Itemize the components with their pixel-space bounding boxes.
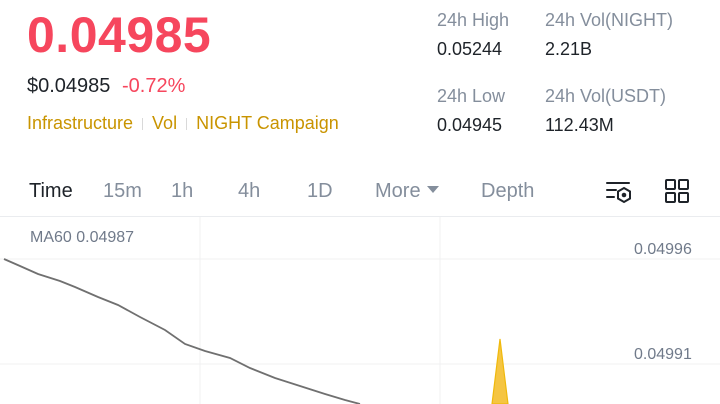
stat-value: 0.04945 — [437, 115, 503, 135]
y-axis-label: 0.04996 — [634, 241, 692, 258]
price-subrow: $0.04985 -0.72% — [27, 73, 185, 99]
stat-24h-vol-quote: 24h Vol(USDT) 112.43M — [545, 85, 666, 136]
stat-24h-high: 24h High 0.05244 — [437, 9, 509, 60]
tab-more[interactable]: More — [375, 179, 439, 203]
tag-vol[interactable]: Vol — [152, 113, 177, 133]
stat-value: 112.43M — [545, 115, 614, 135]
tab-more-label: More — [375, 180, 421, 202]
tag-separator — [142, 118, 144, 131]
tab-4h[interactable]: 4h — [238, 179, 260, 203]
stat-label: 24h Low — [437, 86, 506, 106]
tab-1d[interactable]: 1D — [307, 179, 333, 203]
stat-value: 0.05244 — [437, 39, 503, 59]
last-price: 0.04985 — [27, 7, 212, 63]
tab-15m[interactable]: 15m — [103, 179, 142, 203]
stat-24h-vol-base: 24h Vol(NIGHT) 2.21B — [545, 9, 673, 60]
stat-label: 24h Vol(NIGHT) — [545, 10, 674, 30]
tab-depth[interactable]: Depth — [481, 179, 534, 203]
y-axis-label: 0.04991 — [634, 346, 692, 363]
interval-tabs: Time 15m 1h 4h 1D More Depth — [0, 171, 720, 211]
tab-time[interactable]: Time — [29, 179, 73, 203]
ma60-line — [3, 258, 361, 404]
tag-row: Infrastructure Vol NIGHT Campaign — [27, 111, 339, 135]
price-spike — [491, 338, 509, 404]
grid-layout-icon[interactable] — [663, 177, 691, 205]
chart-settings-icon[interactable] — [605, 177, 633, 205]
stat-label: 24h High — [437, 10, 510, 30]
price-change: -0.72% — [121, 75, 186, 97]
tab-1h[interactable]: 1h — [171, 179, 193, 203]
tag-separator — [186, 118, 188, 131]
stat-value: 2.21B — [545, 39, 593, 59]
stat-label: 24h Vol(USDT) — [545, 86, 667, 106]
caret-down-icon — [426, 186, 439, 194]
fiat-price: $0.04985 — [27, 75, 111, 97]
ma60-label: MA60 0.04987 — [30, 229, 135, 246]
tag-infrastructure[interactable]: Infrastructure — [27, 113, 133, 133]
tag-night-campaign[interactable]: NIGHT Campaign — [196, 113, 339, 133]
stat-24h-low: 24h Low 0.04945 — [437, 85, 505, 136]
